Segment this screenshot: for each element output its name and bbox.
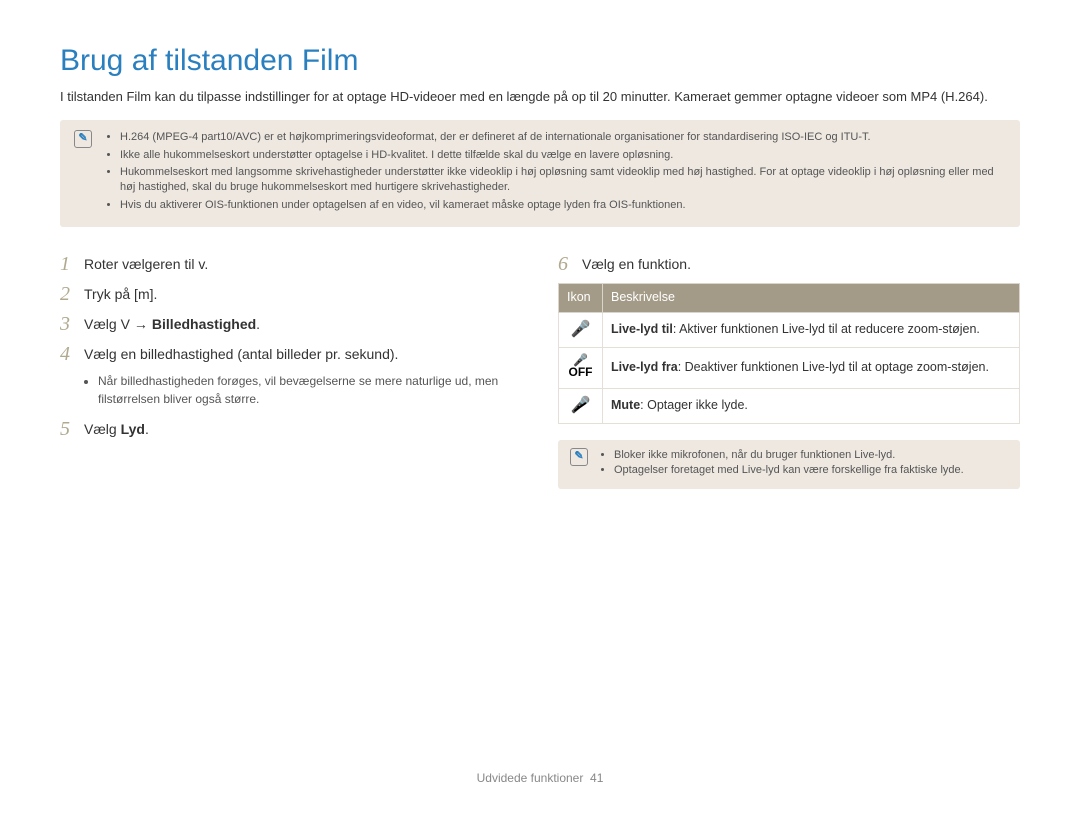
top-note-list: H.264 (MPEG-4 part10/AVC) er et højkompr… — [106, 130, 1004, 213]
row-text: : Aktiver funktionen Live-lyd til at red… — [673, 322, 980, 336]
step-bold: Lyd — [121, 421, 145, 437]
left-column: 1 Roter vælgeren til v. 2 Tryk på [m]. 3… — [60, 253, 522, 489]
substep-item: Når billedhastigheden forøges, vil bevæg… — [98, 373, 522, 408]
step-text: Tryk på [ — [84, 286, 138, 302]
step-number: 5 — [60, 418, 84, 440]
menu-button-placeholder: m — [138, 286, 150, 302]
footer-section: Udvidede funktioner — [477, 771, 584, 785]
step-1: 1 Roter vælgeren til v. — [60, 253, 522, 275]
step-text: . — [145, 421, 149, 437]
step-text: Vælg en funktion. — [582, 256, 691, 272]
table-row: 🎤 Mute: Optager ikke lyde. — [559, 388, 1020, 423]
page-footer: Udvidede funktioner 41 — [0, 770, 1080, 787]
row-bold: Live-lyd til — [611, 322, 673, 336]
page-title: Brug af tilstanden Film — [60, 40, 1020, 82]
function-table: Ikon Beskrivelse 🎤 Live-lyd til: Aktiver… — [558, 283, 1020, 424]
note-item: Ikke alle hukommelseskort understøtter o… — [120, 148, 1004, 163]
step-text: ]. — [150, 286, 158, 302]
step-text: Vælg en billedhastighed (antal billeder … — [84, 346, 398, 362]
step-text: . — [204, 256, 208, 272]
video-icon-placeholder: V — [121, 316, 130, 332]
right-note-list: Bloker ikke mikrofonen, når du bruger fu… — [602, 448, 1008, 479]
note-icon: ✎ — [74, 130, 92, 148]
step-number: 3 — [60, 313, 84, 335]
note-icon: ✎ — [570, 448, 588, 466]
footer-page: 41 — [590, 771, 603, 785]
note-item: Hukommelseskort med langsomme skrivehast… — [120, 165, 1004, 196]
step-text: Vælg — [84, 421, 121, 437]
row-bold: Mute — [611, 398, 640, 412]
step-text: Vælg — [84, 316, 121, 332]
note-item: H.264 (MPEG-4 part10/AVC) er et højkompr… — [120, 130, 1004, 145]
right-note-box: ✎ Bloker ikke mikrofonen, når du bruger … — [558, 440, 1020, 489]
note-item: Hvis du aktiverer OIS-funktionen under o… — [120, 198, 1004, 213]
right-column: 6 Vælg en funktion. Ikon Beskrivelse 🎤 L… — [558, 253, 1020, 489]
step-text: Roter vælgeren til — [84, 256, 198, 272]
note-item: Bloker ikke mikrofonen, når du bruger fu… — [614, 448, 1008, 463]
step-number: 4 — [60, 343, 84, 365]
intro-text: I tilstanden Film kan du tilpasse indsti… — [60, 88, 1020, 106]
step-3: 3 Vælg V→Billedhastighed. — [60, 313, 522, 335]
mic-mute-icon: 🎤 — [571, 395, 591, 417]
table-header-desc: Beskrivelse — [603, 284, 1020, 313]
step-text: . — [256, 316, 260, 332]
step-5: 5 Vælg Lyd. — [60, 418, 522, 440]
step-6: 6 Vælg en funktion. — [558, 253, 1020, 275]
mic-off-icon: 🎤OFF — [569, 354, 593, 378]
table-row: 🎤 Live-lyd til: Aktiver funktionen Live-… — [559, 312, 1020, 347]
top-note-box: ✎ H.264 (MPEG-4 part10/AVC) er et højkom… — [60, 120, 1020, 227]
arrow-icon: → — [130, 316, 152, 332]
step-4-subnote: Når billedhastigheden forøges, vil bevæg… — [60, 373, 522, 408]
table-row: 🎤OFF Live-lyd fra: Deaktiver funktionen … — [559, 348, 1020, 389]
step-number: 6 — [558, 253, 582, 275]
row-text: : Deaktiver funktionen Live-lyd til at o… — [678, 360, 989, 374]
row-text: : Optager ikke lyde. — [640, 398, 748, 412]
mic-on-icon: 🎤 — [571, 319, 591, 341]
step-4: 4 Vælg en billedhastighed (antal billede… — [60, 343, 522, 365]
step-number: 2 — [60, 283, 84, 305]
step-2: 2 Tryk på [m]. — [60, 283, 522, 305]
note-item: Optagelser foretaget med Live-lyd kan væ… — [614, 463, 1008, 478]
row-bold: Live-lyd fra — [611, 360, 678, 374]
table-header-icon: Ikon — [559, 284, 603, 313]
step-number: 1 — [60, 253, 84, 275]
step-bold: Billedhastighed — [152, 316, 256, 332]
